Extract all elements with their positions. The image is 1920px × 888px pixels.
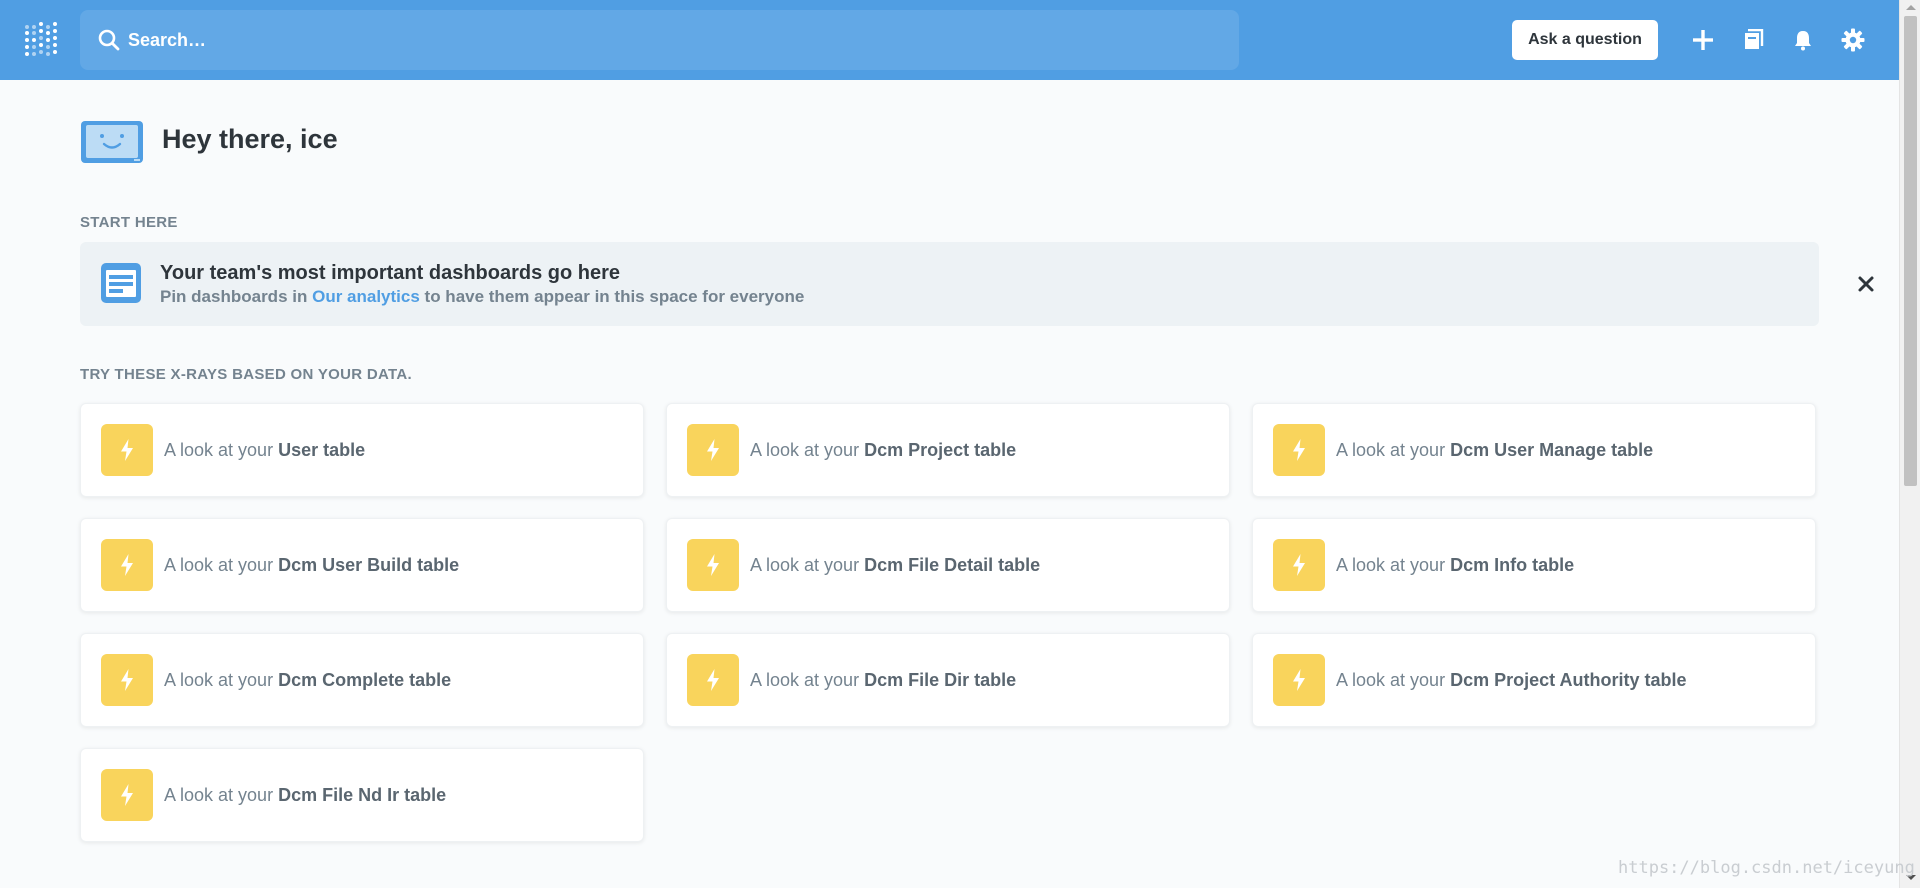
search-input[interactable] <box>128 10 1208 70</box>
xray-card[interactable]: A look at your User table <box>80 403 644 497</box>
xray-card-table: Dcm File Detail table <box>864 555 1041 575</box>
lightning-bolt-icon <box>1273 539 1325 591</box>
lightning-bolt-icon <box>687 654 739 706</box>
xray-card-text: A look at your Dcm Project table <box>750 440 1016 461</box>
search-icon <box>98 29 120 51</box>
watermark: https://blog.csdn.net/iceyung <box>1618 858 1915 878</box>
dashboard-icon <box>101 263 141 303</box>
xray-card-table: Dcm User Build table <box>278 555 460 575</box>
start-here-banner: Your team's most important dashboards go… <box>80 242 1874 326</box>
xray-card[interactable]: A look at your Dcm Info table <box>1252 518 1816 612</box>
lightning-bolt-icon <box>101 769 153 821</box>
xray-card[interactable]: A look at your Dcm Project Authority tab… <box>1252 633 1816 727</box>
lightning-bolt-icon <box>101 424 153 476</box>
metabase-logo-icon[interactable] <box>24 20 58 60</box>
xray-card-prefix: A look at your <box>1336 670 1446 690</box>
xray-card[interactable]: A look at your Dcm Complete table <box>80 633 644 727</box>
lightning-bolt-icon <box>687 539 739 591</box>
xray-card-text: A look at your Dcm User Manage table <box>1336 440 1653 461</box>
xray-card-text: A look at your Dcm User Build table <box>164 555 459 576</box>
vertical-scrollbar[interactable] <box>1899 0 1920 888</box>
xray-card-text: A look at your Dcm File Detail table <box>750 555 1040 576</box>
lightning-bolt-icon <box>101 654 153 706</box>
xrays-label: TRY THESE X-RAYS BASED ON YOUR DATA. <box>80 366 412 383</box>
xray-card-text: A look at your Dcm Project Authority tab… <box>1336 670 1686 691</box>
xray-card-table: Dcm Project table <box>864 440 1017 460</box>
xray-card-table: Dcm File Dir table <box>864 670 1017 690</box>
notebook-icon[interactable] <box>1739 26 1767 54</box>
xray-card-text: A look at your Dcm Info table <box>1336 555 1574 576</box>
lightning-bolt-icon <box>1273 424 1325 476</box>
xray-card[interactable]: A look at your Dcm User Build table <box>80 518 644 612</box>
close-icon[interactable] <box>1854 272 1878 296</box>
lightning-bolt-icon <box>687 424 739 476</box>
xray-card-table: Dcm Project Authority table <box>1450 670 1687 690</box>
xray-card-text: A look at your Dcm File Dir table <box>750 670 1016 691</box>
xray-card-text: A look at your User table <box>164 440 365 461</box>
lightning-bolt-icon <box>101 539 153 591</box>
search-bar[interactable] <box>80 10 1239 70</box>
xray-card-text: A look at your Dcm File Nd Ir table <box>164 785 446 806</box>
xray-card-text: A look at your Dcm Complete table <box>164 670 451 691</box>
xray-card-prefix: A look at your <box>164 785 274 805</box>
greeting-title: Hey there, ice <box>162 124 338 154</box>
scrollbar-thumb[interactable] <box>1904 16 1917 486</box>
xray-card-prefix: A look at your <box>750 670 860 690</box>
greeting-face-icon <box>81 121 143 163</box>
xray-card-prefix: A look at your <box>164 440 274 460</box>
xray-card[interactable]: A look at your Dcm File Detail table <box>666 518 1230 612</box>
gear-icon[interactable] <box>1839 26 1867 54</box>
xray-card[interactable]: A look at your Dcm Project table <box>666 403 1230 497</box>
xray-card-table: Dcm User Manage table <box>1450 440 1654 460</box>
bell-icon[interactable] <box>1789 26 1817 54</box>
xray-card-prefix: A look at your <box>750 440 860 460</box>
xray-card[interactable]: A look at your Dcm User Manage table <box>1252 403 1816 497</box>
our-analytics-link[interactable]: Our analytics <box>312 287 420 306</box>
xray-card-prefix: A look at your <box>164 670 274 690</box>
xray-card-table: Dcm Info table <box>1450 555 1575 575</box>
start-here-label: START HERE <box>80 214 178 231</box>
banner-subtitle-after: to have them appear in this space for ev… <box>419 287 805 306</box>
banner-subtitle: Pin dashboards in Our analytics to have … <box>160 287 804 307</box>
top-nav: Ask a question <box>0 0 1899 80</box>
xray-card-prefix: A look at your <box>750 555 860 575</box>
xray-card-table: User table <box>278 440 366 460</box>
ask-question-button[interactable]: Ask a question <box>1512 20 1658 60</box>
xray-card-table: Dcm Complete table <box>278 670 452 690</box>
plus-icon[interactable] <box>1689 26 1717 54</box>
scroll-up-arrow-icon[interactable] <box>1906 5 1916 10</box>
xray-card-prefix: A look at your <box>164 555 274 575</box>
xray-card[interactable]: A look at your Dcm File Dir table <box>666 633 1230 727</box>
banner-subtitle-before: Pin dashboards in <box>160 287 313 306</box>
xray-card-prefix: A look at your <box>1336 555 1446 575</box>
banner-title: Your team's most important dashboards go… <box>160 262 621 284</box>
lightning-bolt-icon <box>1273 654 1325 706</box>
xray-card[interactable]: A look at your Dcm File Nd Ir table <box>80 748 644 842</box>
xray-card-table: Dcm File Nd Ir table <box>278 785 447 805</box>
xray-card-prefix: A look at your <box>1336 440 1446 460</box>
